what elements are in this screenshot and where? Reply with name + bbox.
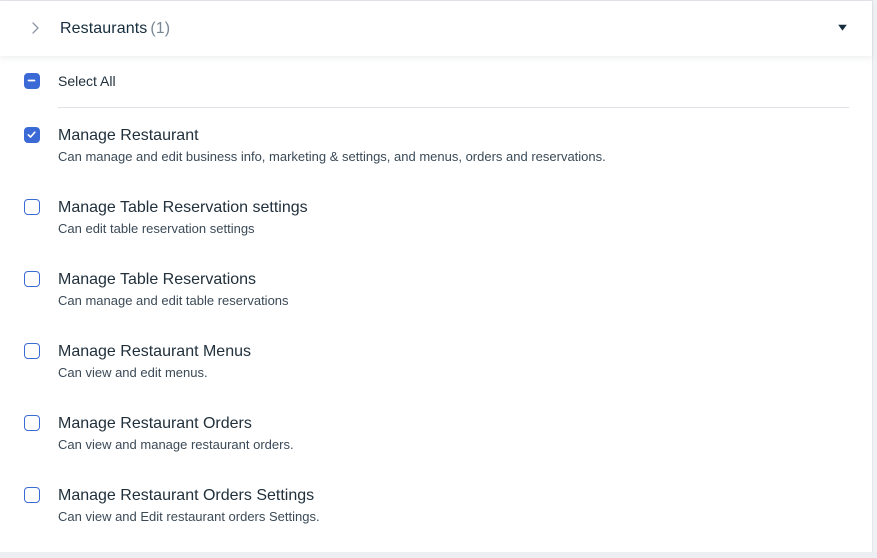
select-all-checkbox[interactable] [24, 73, 40, 89]
select-all-label: Select All [58, 73, 116, 89]
permission-title: Manage Restaurant Orders [58, 415, 252, 432]
permission-title: Manage Restaurant [58, 127, 199, 144]
permission-description: Can view and manage restaurant orders. [58, 437, 294, 452]
section-title-text: Restaurants [60, 20, 148, 37]
minus-icon [27, 79, 36, 82]
permission-description: Can view and edit menus. [58, 365, 208, 380]
manage-table-reservation-settings-checkbox[interactable] [24, 199, 40, 215]
permission-description: Can view and Edit restaurant orders Sett… [58, 509, 320, 524]
section-title: Restaurants (1) [60, 20, 170, 38]
caret-down-icon[interactable] [837, 23, 848, 32]
manage-table-reservations-checkbox[interactable] [24, 271, 40, 287]
permission-title: Manage Restaurant Menus [58, 343, 251, 360]
permission-description: Can manage and edit table reservations [58, 293, 289, 308]
section-count: (1) [150, 20, 171, 37]
restaurants-section-header[interactable]: Restaurants (1) [0, 1, 872, 56]
permissions-panel: Restaurants (1) Select All Manage Restaur… [0, 0, 873, 552]
manage-restaurant-orders-settings-checkbox[interactable] [24, 487, 40, 503]
permission-title: Manage Table Reservations [58, 271, 257, 288]
permission-title: Manage Restaurant Orders Settings [58, 487, 315, 504]
permission-description: Can edit table reservation settings [58, 221, 255, 236]
permission-title: Manage Table Reservation settings [58, 199, 308, 216]
divider [58, 107, 849, 108]
manage-restaurant-checkbox[interactable] [24, 127, 40, 143]
checkmark-icon [27, 131, 36, 138]
page-footer-band [0, 552, 877, 558]
manage-restaurant-orders-checkbox[interactable] [24, 415, 40, 431]
manage-restaurant-menus-checkbox[interactable] [24, 343, 40, 359]
permission-description: Can manage and edit business info, marke… [58, 149, 606, 164]
chevron-right-icon[interactable] [29, 20, 43, 36]
